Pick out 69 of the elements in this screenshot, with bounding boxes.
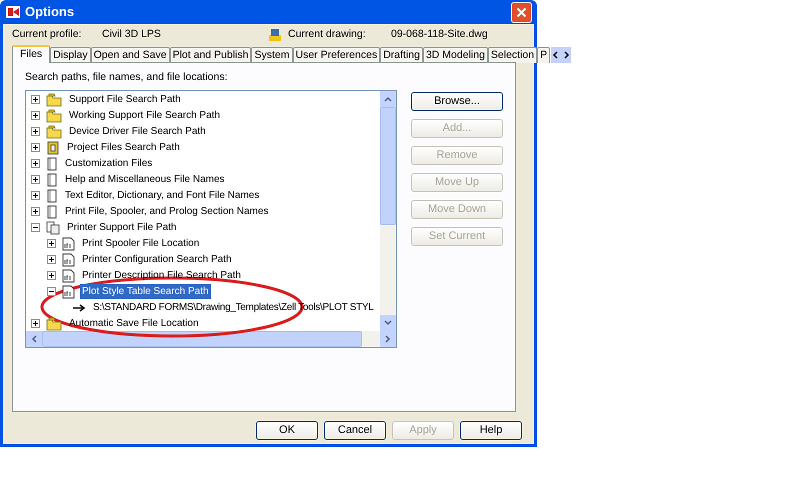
tree-item[interactable]: Printer Support File Path [65,220,178,236]
tree-item[interactable]: Printer Configuration Search Path [80,252,234,268]
app-icon [5,4,21,20]
drawing-value: 09-068-118-Site.dwg [391,27,488,42]
tree-item[interactable]: Plot Style Table Search Path [80,284,211,300]
tree-caption: Search paths, file names, and file locations: [25,70,229,85]
tree-item[interactable]: Project Files Search Path [65,140,182,156]
folder-icon [46,124,62,139]
tab-scroller[interactable] [551,47,572,63]
tab[interactable]: Drafting [380,47,423,63]
tab[interactable]: Display [50,47,91,63]
tree-item[interactable]: Customization Files [63,156,154,172]
plot-file-icon [62,236,75,251]
drawing-label: Current drawing: [288,27,367,42]
tab[interactable]: User Preferences [292,47,380,63]
documents-icon [46,220,60,235]
expand-toggle[interactable] [31,191,40,200]
expand-toggle[interactable] [31,319,40,328]
document-icon [46,188,58,203]
expand-toggle[interactable] [31,175,40,184]
dialog-button[interactable]: OK [256,421,318,440]
window-title: Options [25,3,74,22]
plot-file-icon [62,252,75,267]
dialog-button[interactable]: Cancel [324,421,386,440]
horizontal-scrollbar[interactable] [26,330,396,347]
collapse-toggle[interactable] [31,223,40,232]
dialog-button[interactable]: Help [460,421,522,440]
plot-file-icon [62,268,75,283]
folder-icon [46,316,62,331]
profile-label: Current profile: [12,27,82,42]
document-icon [46,204,58,219]
tree-item[interactable]: Print Spooler File Location [80,236,202,252]
tab[interactable]: 3D Modeling [422,47,488,63]
folder-icon [46,108,62,123]
vertical-scrollbar[interactable] [380,90,396,331]
book-icon [46,140,60,155]
expand-toggle[interactable] [31,95,40,104]
tree-item[interactable]: Support File Search Path [67,92,183,108]
tree-item[interactable]: Automatic Save File Location [67,316,201,331]
arrow-icon [72,302,86,313]
tab[interactable]: P [537,47,550,63]
expand-toggle[interactable] [31,111,40,120]
tree-item[interactable]: Print File, Spooler, and Prolog Section Names [63,204,270,220]
tree-item[interactable]: Working Support File Search Path [67,108,222,124]
profile-value: Civil 3D LPS [102,27,162,42]
plot-file-icon [62,284,75,299]
drawing-icon [268,28,282,42]
expand-toggle[interactable] [47,255,56,264]
tab[interactable]: Selection [488,47,538,63]
tab[interactable]: Open and Save [90,47,170,63]
close-button[interactable] [511,2,532,22]
expand-toggle[interactable] [31,143,40,152]
folder-icon [46,92,62,107]
document-icon [46,172,58,187]
expand-toggle[interactable] [31,207,40,216]
tree-item[interactable]: Device Driver File Search Path [67,124,208,140]
tree-item[interactable]: Help and Miscellaneous File Names [63,172,227,188]
expand-toggle[interactable] [47,271,56,280]
collapse-toggle[interactable] [47,287,56,296]
document-icon [46,156,58,171]
tree-item[interactable]: Text Editor, Dictionary, and Font File Names [63,188,262,204]
tab[interactable]: Plot and Publish [170,47,252,63]
expand-toggle[interactable] [31,127,40,136]
expand-toggle[interactable] [31,159,40,168]
tab[interactable]: Files [12,45,50,63]
expand-toggle[interactable] [47,239,56,248]
side-button[interactable]: Browse... [411,92,503,111]
tab[interactable]: System [251,47,292,63]
close-icon [516,6,527,18]
